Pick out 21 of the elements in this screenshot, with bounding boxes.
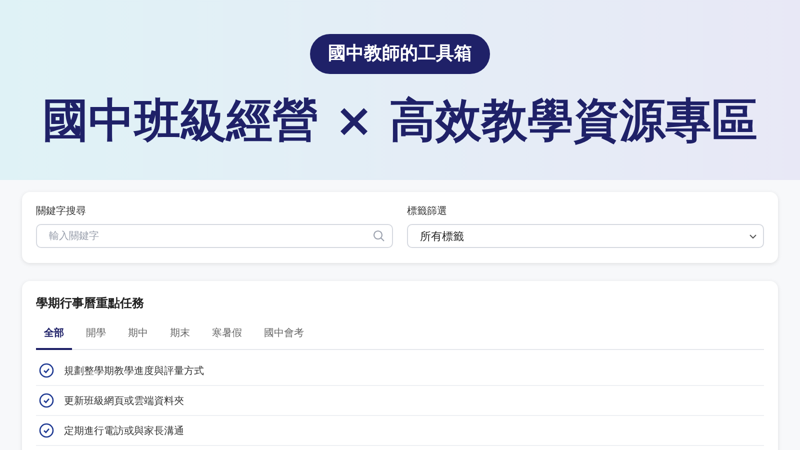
tab[interactable]: 全部 [36,326,72,350]
field-label: 標籤篩選 [407,204,448,218]
check-circle-icon [39,363,54,378]
search-field[interactable]: 輸入關鍵字 [36,224,393,248]
tab[interactable]: 期中 [120,326,156,350]
header-badge: 國中教師的工具箱 [310,34,490,74]
caret-icon [749,234,757,238]
tab[interactable]: 國中會考 [256,326,312,350]
check-circle-icon [39,393,54,408]
task-text: 更新班級網頁或雲端資料夾 [64,394,184,408]
search-icon [373,230,385,242]
tab[interactable]: 寒暑假 [204,326,250,350]
task-text: 定期進行電訪或與家長溝通 [64,424,184,438]
page-title: 國中班級經營 × 高效教學資源專區 [42,92,758,149]
tag-dropdown[interactable]: 所有標籤 [407,224,764,248]
task-text: 規劃整學期教學進度與評量方式 [64,364,204,378]
tab[interactable]: 期末 [162,326,198,350]
check-circle-icon [39,423,54,438]
tab[interactable]: 開學 [78,326,114,350]
section-title: 學期行事曆重點任務 [36,295,145,312]
field-label: 關鍵字搜尋 [36,204,87,218]
